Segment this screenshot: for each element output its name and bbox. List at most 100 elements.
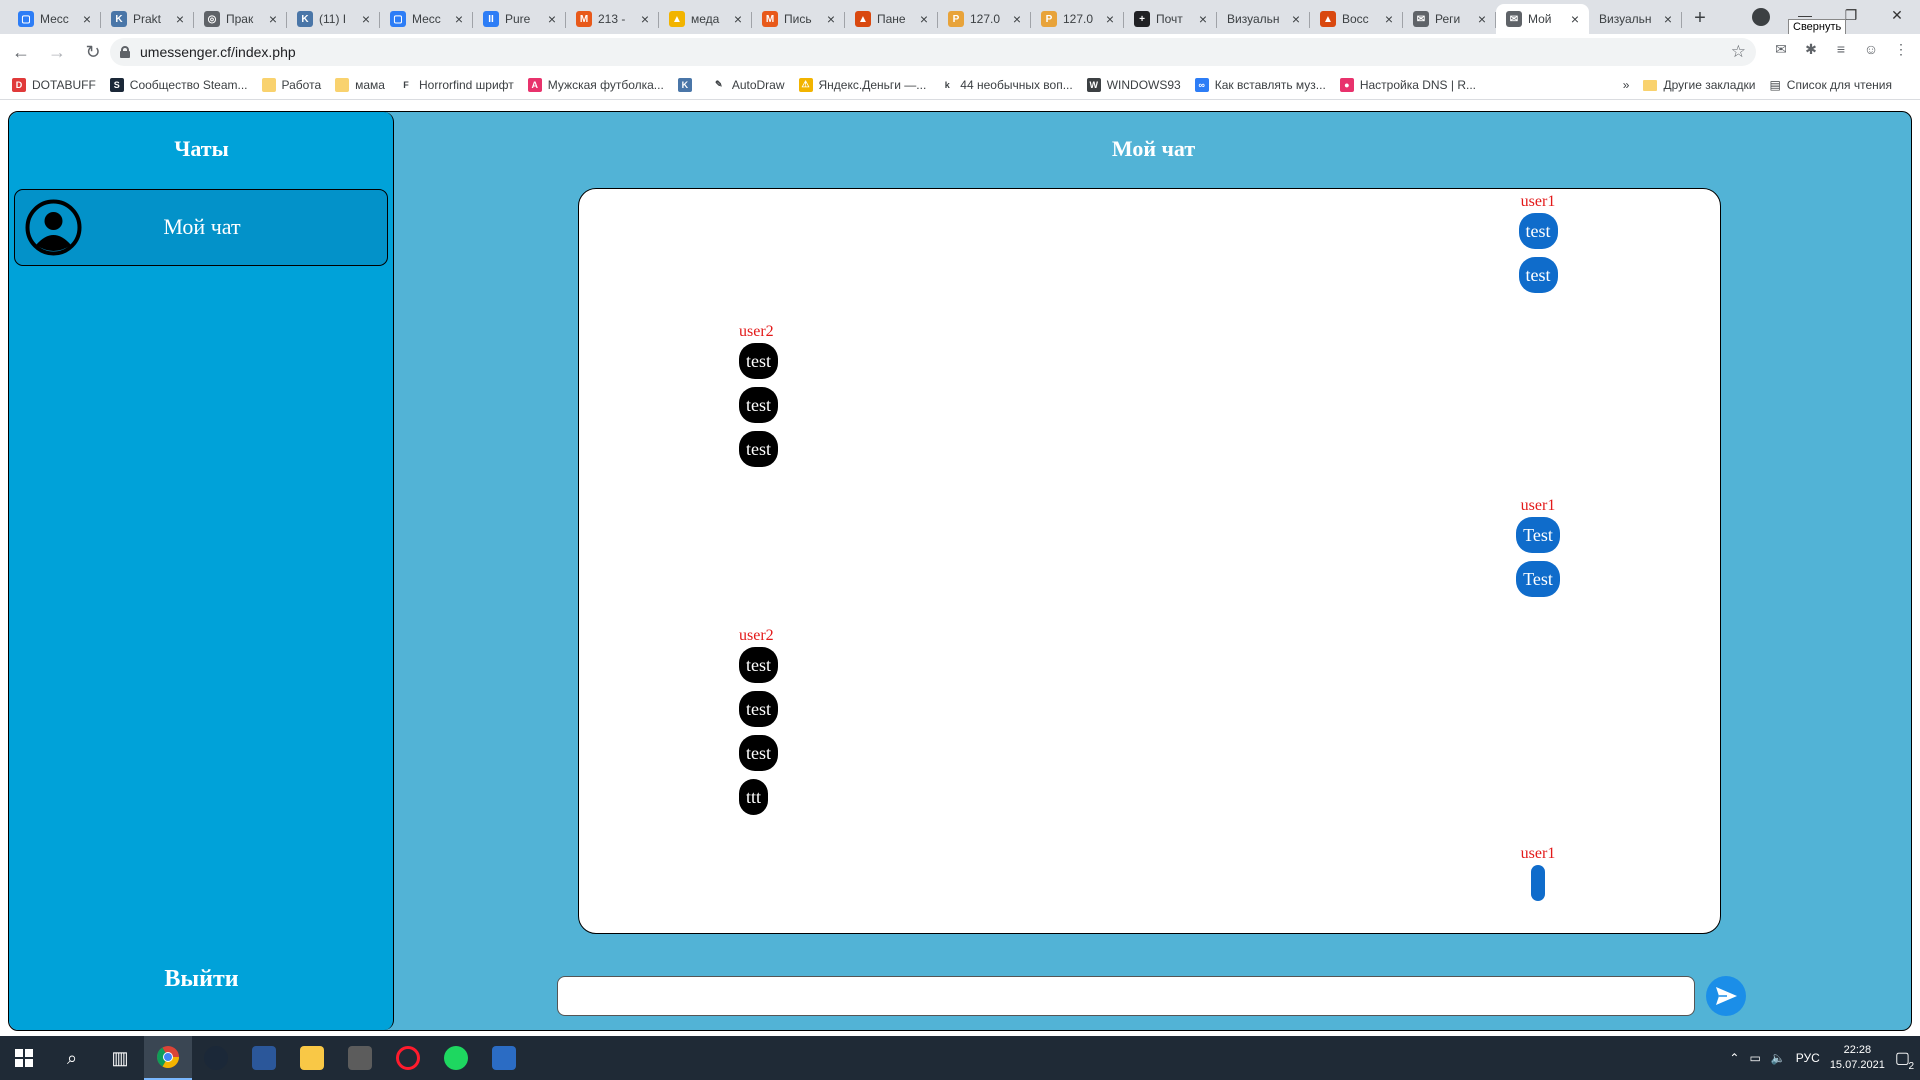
bookmark-item[interactable]: k 44 необычных воп... bbox=[940, 77, 1073, 92]
bookmark-item[interactable]: ✎ AutoDraw bbox=[711, 77, 785, 92]
tab-close-icon[interactable]: × bbox=[1102, 11, 1118, 27]
browser-tab[interactable]: P 127.0 × bbox=[1031, 4, 1124, 34]
address-bar[interactable]: umessenger.cf/index.php ☆ bbox=[110, 38, 1756, 66]
taskbar-word-icon[interactable] bbox=[240, 1036, 288, 1080]
close-window-icon[interactable]: ✕ bbox=[1874, 7, 1920, 24]
message-list[interactable]: user1 test test user2 test test test user1 Test T… bbox=[578, 188, 1721, 934]
send-button[interactable] bbox=[1706, 976, 1746, 1016]
message-bubble[interactable]: test bbox=[739, 647, 778, 683]
bookmark-star-icon[interactable]: ☆ bbox=[1731, 42, 1746, 62]
message-bubble[interactable]: Test bbox=[1516, 561, 1560, 597]
tab-close-icon[interactable]: × bbox=[730, 11, 746, 27]
browser-tab[interactable]: II Pure × bbox=[473, 4, 566, 34]
browser-tab[interactable]: ▲ Пане × bbox=[845, 4, 938, 34]
browser-tab[interactable]: ✉ Реги × bbox=[1403, 4, 1496, 34]
bookmark-item[interactable]: W WINDOWS93 bbox=[1086, 77, 1181, 92]
menu-dots-icon[interactable]: ⋮ bbox=[1890, 38, 1912, 60]
extensions-puzzle-icon[interactable]: ✱ bbox=[1800, 38, 1822, 60]
tab-close-icon[interactable]: × bbox=[1195, 11, 1211, 27]
bookmark-item[interactable]: D DOTABUFF bbox=[12, 77, 96, 92]
bookmarks-more-icon[interactable]: » bbox=[1623, 78, 1630, 92]
taskbar-chrome-icon[interactable] bbox=[144, 1036, 192, 1080]
bookmark-item[interactable]: ● Настройка DNS | R... bbox=[1339, 77, 1476, 92]
browser-tab[interactable]: ▲ меда × bbox=[659, 4, 752, 34]
tab-close-icon[interactable]: × bbox=[1660, 11, 1676, 27]
bookmark-item[interactable]: F Horrorfind шрифт bbox=[398, 77, 514, 92]
bookmark-item[interactable]: K bbox=[677, 77, 698, 92]
browser-tab[interactable]: ▢ Месс × bbox=[380, 4, 473, 34]
message-bubble[interactable]: Test bbox=[1516, 517, 1560, 553]
message-bubble[interactable]: test bbox=[739, 735, 778, 771]
tab-close-icon[interactable]: × bbox=[1288, 11, 1304, 27]
tab-close-icon[interactable]: × bbox=[637, 11, 653, 27]
clock[interactable]: 22:28 15.07.2021 bbox=[1830, 1043, 1885, 1073]
message-bubble[interactable]: test bbox=[739, 431, 778, 467]
bookmark-item[interactable]: S Сообщество Steam... bbox=[109, 77, 248, 92]
message-bubble[interactable]: test bbox=[739, 343, 778, 379]
browser-tab[interactable]: P 127.0 × bbox=[938, 4, 1031, 34]
browser-tab[interactable]: ✉ Мой × bbox=[1496, 4, 1589, 34]
browser-tab[interactable]: ▢ Месс × bbox=[8, 4, 101, 34]
tab-close-icon[interactable]: × bbox=[451, 11, 467, 27]
reading-list[interactable]: ▤ Список для чтения bbox=[1769, 78, 1892, 92]
message-bubble[interactable]: test bbox=[1518, 213, 1558, 249]
tab-close-icon[interactable]: × bbox=[79, 11, 95, 27]
search-icon[interactable]: ⌕ bbox=[48, 1036, 96, 1080]
bookmark-item[interactable]: ⚠ Яндекс.Деньги —... bbox=[798, 77, 926, 92]
back-icon[interactable]: ← bbox=[6, 37, 36, 67]
bookmark-item[interactable]: ∞ Как вставлять муз... bbox=[1194, 77, 1326, 92]
tab-close-icon[interactable]: × bbox=[1474, 11, 1490, 27]
other-bookmarks[interactable]: Другие закладки bbox=[1643, 78, 1755, 92]
message-bubble[interactable]: test bbox=[739, 387, 778, 423]
browser-tab[interactable]: M 213 - × bbox=[566, 4, 659, 34]
tab-close-icon[interactable]: × bbox=[265, 11, 281, 27]
browser-tab[interactable]: M Пись × bbox=[752, 4, 845, 34]
tab-close-icon[interactable]: × bbox=[916, 11, 932, 27]
message-bubble[interactable]: test bbox=[1518, 257, 1558, 293]
browser-tab[interactable]: ▲ Восс × bbox=[1310, 4, 1403, 34]
chat-list-item[interactable]: Мой чат bbox=[14, 189, 388, 266]
start-windows-icon[interactable] bbox=[0, 1036, 48, 1080]
tab-close-icon[interactable]: × bbox=[358, 11, 374, 27]
tab-close-icon[interactable]: × bbox=[823, 11, 839, 27]
message-input[interactable] bbox=[557, 976, 1695, 1016]
message-bubble[interactable]: ttt bbox=[739, 779, 769, 815]
logout-button[interactable]: Выйти bbox=[9, 966, 394, 993]
notifications-icon[interactable]: ▢ 2 bbox=[1895, 1048, 1914, 1072]
taskbar-spotify-icon[interactable] bbox=[432, 1036, 480, 1080]
browser-tab[interactable]: Визуальн × bbox=[1589, 4, 1682, 34]
taskbar-steam-icon[interactable] bbox=[192, 1036, 240, 1080]
bookmark-item[interactable]: мама bbox=[335, 77, 385, 92]
browser-tab[interactable]: K Prakt × bbox=[101, 4, 194, 34]
taskbar-vs-icon[interactable] bbox=[480, 1036, 528, 1080]
tab-close-icon[interactable]: × bbox=[1567, 11, 1583, 27]
browser-tab[interactable]: Визуальн × bbox=[1217, 4, 1310, 34]
taskbar-opera-icon[interactable] bbox=[384, 1036, 432, 1080]
taskbar-app-icon[interactable] bbox=[336, 1036, 384, 1080]
browser-tab[interactable]: K (11) I × bbox=[287, 4, 380, 34]
tab-close-icon[interactable]: × bbox=[1381, 11, 1397, 27]
browser-tab[interactable]: + Почт × bbox=[1124, 4, 1217, 34]
media-control-icon[interactable]: ≡ bbox=[1830, 38, 1852, 60]
bookmark-item[interactable]: A Мужская футболка... bbox=[527, 77, 664, 92]
tab-search-icon[interactable] bbox=[1752, 8, 1770, 26]
message-bubble[interactable]: test bbox=[739, 691, 778, 727]
browser-tab[interactable]: ◎ Прак × bbox=[194, 4, 287, 34]
network-icon[interactable]: ▭ bbox=[1749, 1051, 1760, 1065]
new-tab-icon[interactable]: + bbox=[1686, 4, 1714, 32]
tab-close-icon[interactable]: × bbox=[1009, 11, 1025, 27]
task-view-icon[interactable]: ▥ bbox=[96, 1036, 144, 1080]
taskbar-explorer-icon[interactable] bbox=[288, 1036, 336, 1080]
language-indicator[interactable]: РУС bbox=[1796, 1051, 1820, 1065]
tab-close-icon[interactable]: × bbox=[544, 11, 560, 27]
tab-close-icon[interactable]: × bbox=[172, 11, 188, 27]
extension-mail-icon[interactable]: ✉ bbox=[1770, 38, 1792, 60]
message-bubble[interactable] bbox=[1531, 865, 1545, 901]
bookmark-item[interactable]: Работа bbox=[261, 77, 321, 92]
tray-up-arrow-icon[interactable]: ⌃ bbox=[1729, 1051, 1739, 1065]
forward-icon[interactable]: → bbox=[42, 37, 72, 67]
reload-icon[interactable]: ↻ bbox=[78, 37, 108, 67]
profile-avatar-icon[interactable]: ☺ bbox=[1860, 38, 1882, 60]
tab-title: Восс bbox=[1342, 12, 1369, 26]
volume-icon[interactable]: 🔈 bbox=[1771, 1051, 1786, 1065]
